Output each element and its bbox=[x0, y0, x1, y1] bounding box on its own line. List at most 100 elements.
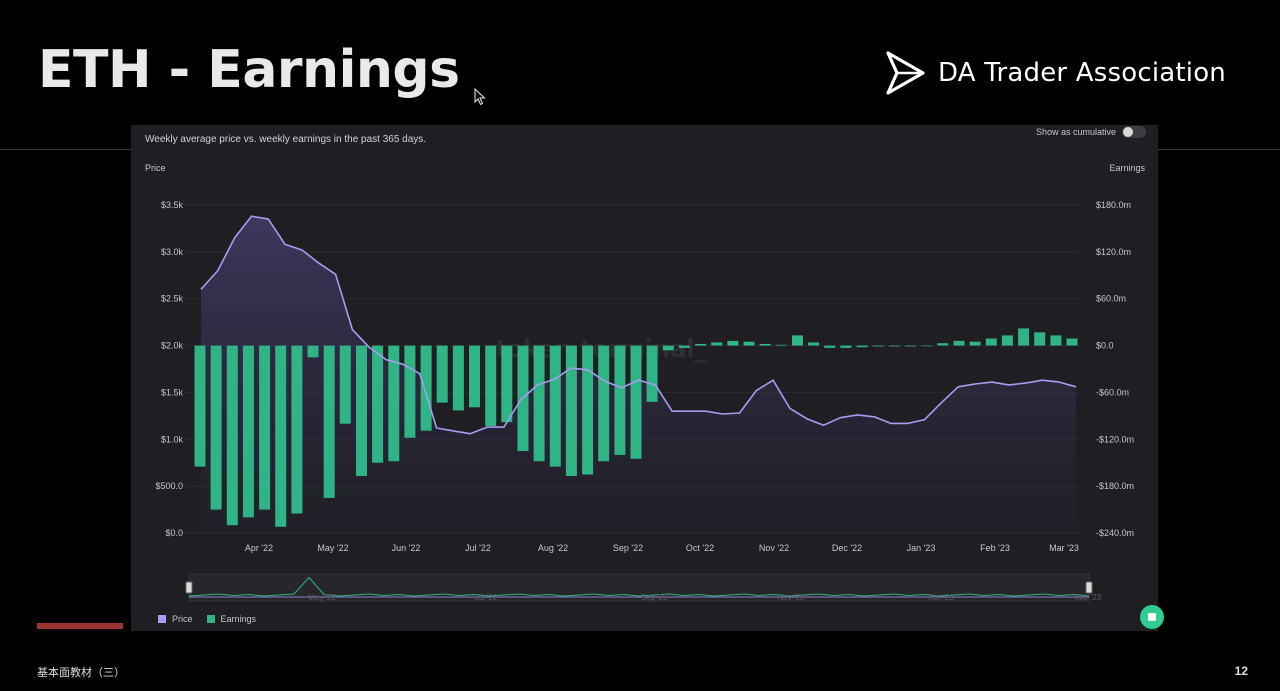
mouse-cursor-icon bbox=[474, 88, 486, 106]
x-tick-label: Feb '23 bbox=[980, 543, 1010, 553]
legend-swatch-earnings bbox=[206, 615, 215, 623]
y-left-tick-label: $0.0 bbox=[165, 528, 183, 538]
navigator-tick-label: Jul '22 bbox=[475, 593, 498, 602]
y-left-tick-label: $1.0k bbox=[161, 434, 184, 444]
earnings-bar bbox=[743, 341, 755, 346]
earnings-bar bbox=[792, 335, 803, 346]
x-tick-label: Jun '22 bbox=[392, 543, 421, 553]
legend-swatch-price bbox=[158, 615, 166, 623]
y-left-tick-label: $2.5k bbox=[161, 294, 184, 304]
earnings-bar bbox=[937, 343, 949, 346]
earnings-bar bbox=[565, 345, 577, 476]
earnings-bar bbox=[614, 345, 626, 455]
earnings-bar bbox=[1050, 335, 1062, 346]
navigator-handle[interactable] bbox=[1085, 581, 1093, 594]
earnings-bar bbox=[339, 345, 351, 424]
earnings-chart: Price Earnings $3.5k $180.0m $3.0k $120.0m $2.… bbox=[145, 163, 1145, 602]
earnings-bar bbox=[291, 345, 303, 514]
x-tick-label: Aug '22 bbox=[538, 543, 568, 553]
y-right-tick-label: -$180.0m bbox=[1096, 481, 1134, 491]
y-left-tick-label: $500.0 bbox=[155, 481, 183, 491]
earnings-bar bbox=[323, 345, 335, 498]
navigator-tick-label: Jan '23 bbox=[928, 593, 954, 602]
earnings-bar bbox=[307, 345, 319, 358]
cumulative-toggle[interactable] bbox=[1122, 126, 1146, 138]
earnings-bar bbox=[646, 345, 658, 402]
earnings-bar bbox=[840, 345, 852, 348]
chat-icon bbox=[1148, 613, 1156, 621]
x-tick-label: Mar '23 bbox=[1049, 543, 1079, 553]
navigator-tick-label: Mar '23 bbox=[1075, 593, 1102, 602]
x-tick-label: Jan '23 bbox=[907, 543, 936, 553]
earnings-bar bbox=[242, 345, 254, 518]
y-right-tick-label: $120.0m bbox=[1096, 247, 1131, 257]
earnings-bar bbox=[824, 345, 836, 348]
earnings-bar bbox=[921, 345, 933, 347]
earnings-bar bbox=[630, 345, 642, 459]
earnings-bar bbox=[888, 345, 900, 347]
y-right-tick-label: $60.0m bbox=[1096, 294, 1126, 304]
legend-label-price: Price bbox=[172, 614, 193, 624]
paper-plane-logo-icon bbox=[886, 51, 925, 95]
earnings-bar bbox=[695, 344, 707, 346]
y-right-axis-title: Earnings bbox=[1109, 163, 1145, 173]
earnings-bar bbox=[1034, 332, 1046, 346]
y-right-tick-label: -$240.0m bbox=[1096, 528, 1134, 538]
earnings-bar bbox=[905, 345, 916, 347]
earnings-bar bbox=[711, 342, 723, 346]
earnings-bar bbox=[953, 340, 965, 346]
chat-button[interactable] bbox=[1140, 605, 1164, 629]
y-right-tick-label: $0.0 bbox=[1096, 341, 1114, 351]
earnings-bar bbox=[194, 345, 206, 467]
earnings-bar bbox=[275, 345, 287, 527]
x-tick-label: Jul '22 bbox=[465, 543, 491, 553]
legend-item-earnings[interactable]: Earnings bbox=[206, 614, 257, 624]
earnings-bar bbox=[872, 345, 884, 347]
navigator-tick-label: Nov '22 bbox=[778, 593, 805, 602]
earnings-bar bbox=[1066, 338, 1078, 346]
y-left-tick-label: $2.0k bbox=[161, 341, 184, 351]
earnings-bar bbox=[485, 345, 497, 426]
page-number: 12 bbox=[1234, 664, 1248, 678]
earnings-bar bbox=[582, 345, 594, 475]
toggle-label: Show as cumulative bbox=[1035, 127, 1116, 137]
earnings-bar bbox=[985, 338, 997, 346]
legend-item-price[interactable]: Price bbox=[158, 614, 193, 624]
earnings-bar bbox=[1001, 335, 1013, 346]
y-left-tick-label: $3.5k bbox=[161, 200, 184, 210]
y-left-axis-title: Price bbox=[145, 163, 166, 173]
footer-course-title: 基本面教材（三） bbox=[37, 666, 125, 679]
accent-bar bbox=[37, 623, 123, 629]
earnings-bar bbox=[501, 345, 513, 423]
x-tick-label: Sep '22 bbox=[613, 543, 643, 553]
chart-panel: Price Earnings $3.5k $180.0m $3.0k $120.0m $2.… bbox=[131, 125, 1158, 631]
toggle-knob bbox=[1123, 127, 1133, 137]
navigator-tick-label: May '22 bbox=[308, 593, 336, 602]
earnings-bar bbox=[598, 345, 610, 462]
x-tick-label: Nov '22 bbox=[759, 543, 789, 553]
x-tick-label: Oct '22 bbox=[686, 543, 714, 553]
earnings-bar bbox=[420, 345, 432, 431]
cumulative-toggle-control[interactable]: Show as cumulative bbox=[1036, 126, 1146, 138]
earnings-bar bbox=[662, 345, 674, 351]
earnings-bar bbox=[356, 345, 367, 476]
brand-name: DA Trader Association bbox=[938, 58, 1226, 88]
x-tick-label: May '22 bbox=[317, 543, 348, 553]
earnings-bar bbox=[469, 345, 480, 408]
y-right-tick-label: $180.0m bbox=[1096, 200, 1131, 210]
chart-legend: Price Earnings bbox=[158, 614, 270, 624]
earnings-bar bbox=[759, 344, 771, 346]
y-right-tick-label: -$120.0m bbox=[1096, 434, 1134, 444]
earnings-bar bbox=[226, 345, 238, 526]
y-left-tick-label: $3.0k bbox=[161, 247, 184, 257]
earnings-bar bbox=[210, 345, 222, 510]
navigator-handle[interactable] bbox=[185, 581, 193, 594]
earnings-bar bbox=[969, 341, 981, 346]
legend-label-earnings: Earnings bbox=[220, 614, 257, 624]
earnings-bar bbox=[775, 344, 787, 346]
earnings-bar bbox=[452, 345, 464, 411]
y-left-tick-label: $1.5k bbox=[161, 387, 184, 397]
earnings-bar bbox=[856, 345, 868, 348]
x-tick-label: Dec '22 bbox=[832, 543, 862, 553]
earnings-bar bbox=[808, 342, 820, 346]
